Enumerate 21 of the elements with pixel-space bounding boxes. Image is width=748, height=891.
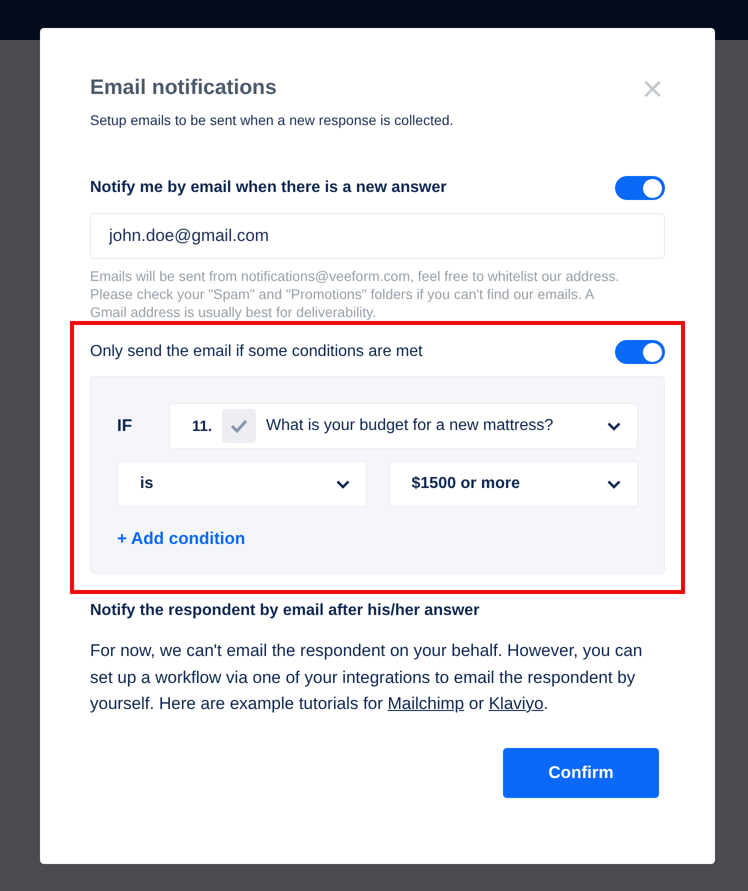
chevron-down-icon [607,480,621,488]
chevron-down-icon [607,422,621,430]
hint-text: Emails will be sent from notifications@veeform.com, feel free to whitelist our address. Please check your "Spam" and "Promotions" folders if you can't find our emails. A Gmail address is usually best for deliverability. [90,267,620,321]
mailchimp-link[interactable]: Mailchimp [388,694,464,713]
confirm-button[interactable]: Confirm [503,748,659,798]
chevron-down-icon [336,480,350,488]
dialog-subtitle: Setup emails to be sent when a new response is collected. [90,112,454,128]
respondent-text: For now, we can't email the respondent on your behalf. However, you can set up a workflow via one of your integrations to email the respondent by yourself. Here are example tutorials for Mailchimp or Klaviyo. [90,640,644,715]
check-icon [222,409,256,443]
conditions-label: Only send the email if some conditions are met [90,343,423,361]
notify-toggle[interactable] [615,176,665,200]
value-select[interactable]: $1500 or more [388,461,638,507]
question-select[interactable]: 11. What is your budget for a new mattress? [169,403,638,449]
respondent-heading: Notify the respondent by email after his/her answer [90,602,480,620]
notify-label: Notify me by email when there is a new answer [90,179,447,197]
operator-select[interactable]: is [117,461,366,507]
if-label: IF [117,416,134,436]
dialog-title: Email notifications [90,76,277,100]
add-condition-link[interactable]: + Add condition [117,529,246,549]
conditions-toggle[interactable] [615,340,665,364]
klaviyo-link[interactable]: Klaviyo [488,694,544,713]
